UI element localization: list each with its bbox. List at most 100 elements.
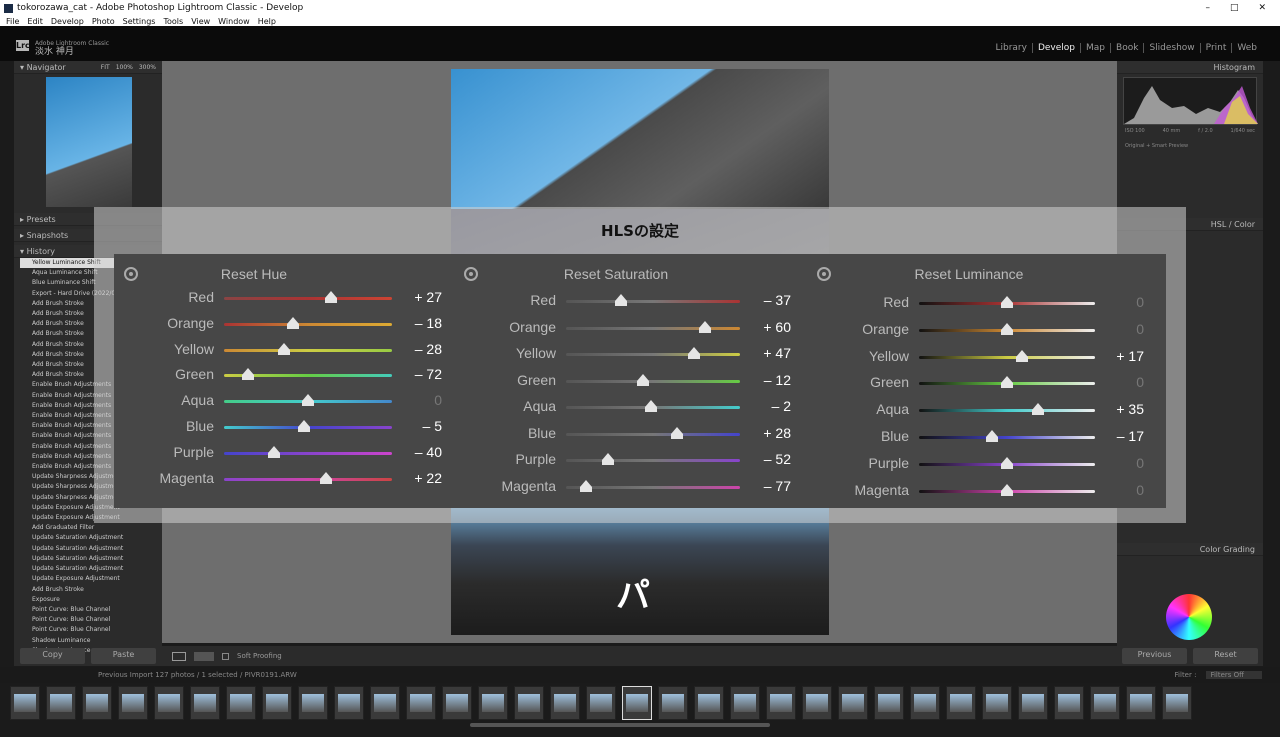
reset-saturation-header[interactable]: Reset Saturation <box>541 266 691 282</box>
filmstrip-thumbnail[interactable] <box>694 686 724 720</box>
luminance-slider-thumb-purple[interactable] <box>1001 456 1013 469</box>
luminance-value-magenta[interactable]: 0 <box>1094 482 1144 498</box>
navigator-preview[interactable] <box>46 77 132 207</box>
hue-slider-thumb-green[interactable] <box>241 368 254 381</box>
luminance-slider-thumb-red[interactable] <box>1001 296 1013 308</box>
history-item[interactable]: Update Saturation Adjustment <box>20 564 154 574</box>
saturation-slider-thumb-green[interactable] <box>636 373 649 386</box>
hue-slider-track-orange[interactable] <box>224 322 392 326</box>
saturation-value-blue[interactable]: + 28 <box>741 425 791 441</box>
saturation-slider-track-magenta[interactable] <box>566 485 740 489</box>
luminance-slider-thumb-green[interactable] <box>1001 376 1013 389</box>
hue-slider-thumb-aqua[interactable] <box>302 394 314 407</box>
luminance-value-blue[interactable]: – 17 <box>1094 428 1144 444</box>
hue-slider-track-magenta[interactable] <box>224 477 392 481</box>
hue-value-yellow[interactable]: – 28 <box>392 341 442 357</box>
module-book[interactable]: Book <box>1110 43 1143 53</box>
luminance-value-purple[interactable]: 0 <box>1094 455 1144 471</box>
saturation-slider-thumb-magenta[interactable] <box>580 479 592 492</box>
filmstrip-scrollbar[interactable] <box>470 723 770 727</box>
filmstrip-thumbnail[interactable] <box>1018 686 1048 720</box>
filmstrip-thumbnail[interactable] <box>1054 686 1084 720</box>
hue-slider-thumb-blue[interactable] <box>297 420 310 432</box>
luminance-value-red[interactable]: 0 <box>1094 294 1144 310</box>
saturation-value-magenta[interactable]: – 77 <box>741 478 791 494</box>
close-button[interactable]: ✕ <box>1258 3 1266 13</box>
luminance-value-aqua[interactable]: + 35 <box>1094 401 1144 417</box>
luminance-slider-track-yellow[interactable] <box>919 355 1095 359</box>
saturation-slider-thumb-purple[interactable] <box>601 453 614 465</box>
history-item[interactable]: Update Saturation Adjustment <box>20 554 154 564</box>
luminance-slider-track-aqua[interactable] <box>919 409 1095 413</box>
hue-slider-thumb-orange[interactable] <box>286 316 299 329</box>
hue-slider-thumb-purple[interactable] <box>268 445 281 458</box>
saturation-slider-track-purple[interactable] <box>566 459 740 462</box>
filmstrip-thumbnail[interactable] <box>298 686 328 720</box>
hue-value-red[interactable]: + 27 <box>392 289 442 305</box>
saturation-slider-thumb-red[interactable] <box>614 294 627 306</box>
reset-button[interactable]: Reset <box>1193 648 1258 664</box>
filmstrip-thumbnail[interactable] <box>802 686 832 720</box>
before-after-icon[interactable] <box>194 651 214 661</box>
luminance-slider-thumb-yellow[interactable] <box>1015 349 1028 362</box>
hue-value-orange[interactable]: – 18 <box>392 315 442 331</box>
filmstrip-thumbnail[interactable] <box>586 686 616 720</box>
hue-value-aqua[interactable]: 0 <box>392 392 442 408</box>
filmstrip-thumbnail[interactable] <box>262 686 292 720</box>
hue-slider-thumb-red[interactable] <box>324 291 337 303</box>
luminance-target-adjust-icon[interactable] <box>817 267 831 281</box>
luminance-value-yellow[interactable]: + 17 <box>1094 348 1144 364</box>
module-slideshow[interactable]: Slideshow <box>1143 43 1199 53</box>
filmstrip-thumbnail[interactable] <box>946 686 976 720</box>
history-item[interactable]: Point Curve: Blue Channel <box>20 625 154 635</box>
hue-value-purple[interactable]: – 40 <box>392 444 442 460</box>
module-library[interactable]: Library <box>990 43 1031 53</box>
filters-off-select[interactable]: Filters Off <box>1206 671 1262 679</box>
menu-settings[interactable]: Settings <box>123 17 156 26</box>
history-item[interactable]: Update Exposure Adjustment <box>20 574 154 584</box>
navigator-header[interactable]: ▾ Navigator FIT 100% 300% <box>14 61 162 74</box>
history-item[interactable]: Point Curve: Blue Channel <box>20 615 154 625</box>
zoom-fit[interactable]: FIT <box>101 64 110 71</box>
filmstrip-thumbnail[interactable] <box>730 686 760 720</box>
saturation-slider-track-yellow[interactable] <box>566 353 740 356</box>
menu-edit[interactable]: Edit <box>27 17 43 26</box>
hue-slider-track-purple[interactable] <box>224 451 392 455</box>
maximize-button[interactable]: □ <box>1230 3 1239 13</box>
filmstrip-thumbnail[interactable] <box>550 686 580 720</box>
module-web[interactable]: Web <box>1231 43 1262 53</box>
menu-window[interactable]: Window <box>218 17 250 26</box>
module-print[interactable]: Print <box>1199 43 1232 53</box>
saturation-slider-track-orange[interactable] <box>566 326 740 330</box>
filmstrip-thumbnail[interactable] <box>1126 686 1156 720</box>
soft-proofing-checkbox[interactable] <box>222 652 229 660</box>
minimize-button[interactable]: – <box>1205 3 1210 13</box>
history-item[interactable]: Exposure <box>20 595 154 605</box>
menu-file[interactable]: File <box>6 17 19 26</box>
filmstrip-thumbnail[interactable] <box>334 686 364 720</box>
reset-luminance-header[interactable]: Reset Luminance <box>894 266 1044 282</box>
saturation-value-purple[interactable]: – 52 <box>741 451 791 467</box>
filmstrip-thumbnail[interactable] <box>658 686 688 720</box>
copy-button[interactable]: Copy <box>20 648 85 664</box>
history-item[interactable]: Add Graduated Filter <box>20 523 154 533</box>
loupe-view-icon[interactable] <box>172 651 186 661</box>
hue-slider-thumb-magenta[interactable] <box>320 471 333 484</box>
filmstrip-thumbnail[interactable] <box>910 686 940 720</box>
hue-value-magenta[interactable]: + 22 <box>392 470 442 486</box>
hue-slider-thumb-yellow[interactable] <box>278 342 291 355</box>
zoom-300[interactable]: 300% <box>139 64 156 71</box>
saturation-slider-track-green[interactable] <box>566 379 740 383</box>
luminance-value-orange[interactable]: 0 <box>1094 321 1144 337</box>
reset-hue-header[interactable]: Reset Hue <box>179 266 329 282</box>
menu-help[interactable]: Help <box>258 17 276 26</box>
history-item[interactable]: Shadow Luminance <box>20 636 154 646</box>
histogram-graph[interactable] <box>1123 77 1258 125</box>
color-grading-header[interactable]: Color Grading <box>1117 543 1263 556</box>
history-item[interactable]: Point Curve: Blue Channel <box>20 605 154 615</box>
histogram-header[interactable]: Histogram <box>1117 61 1263 74</box>
menu-photo[interactable]: Photo <box>92 17 115 26</box>
saturation-value-aqua[interactable]: – 2 <box>741 398 791 414</box>
filmstrip-thumbnail[interactable] <box>370 686 400 720</box>
hue-target-adjust-icon[interactable] <box>124 267 138 281</box>
